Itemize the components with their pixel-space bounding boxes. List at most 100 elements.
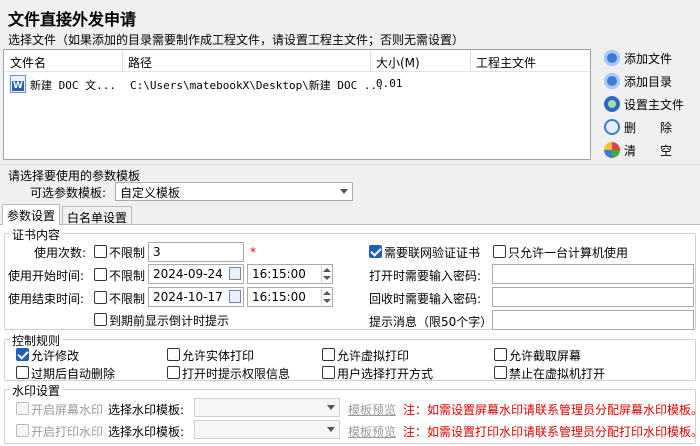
window-title: 文件直接外发申请 — [8, 10, 137, 29]
tab-whitelist[interactable]: 白名单设置 — [62, 206, 133, 225]
file-name: 新建 DOC 文... — [30, 79, 116, 92]
rule-auto-delete-checkbox[interactable] — [16, 366, 29, 379]
screen-watermark-note: 注：如需设置屏幕水印请联系管理员分配屏幕水印模板。 — [403, 403, 700, 417]
end-time-input[interactable]: 16:15:00 — [247, 287, 333, 307]
screen-template-preview-link[interactable]: 模板预览 — [348, 401, 396, 418]
add-file-button[interactable]: 添加文件 — [604, 48, 672, 68]
template-label: 可选参数模板: — [30, 186, 107, 200]
add-file-icon — [604, 50, 620, 66]
add-file-label: 添加文件 — [624, 51, 673, 66]
print-template-label: 选择水印模板: — [108, 425, 185, 439]
rule-show-permission-label: 打开时提示权限信息 — [182, 367, 291, 381]
file-list-header: 文件名 路径 大小(M) 工程主文件 — [4, 50, 590, 72]
clear-button[interactable]: 清 空 — [604, 140, 672, 160]
cert-group-title: 证书内容 — [10, 226, 63, 243]
start-time-value: 16:15:00 — [252, 267, 306, 281]
rule-allow-edit-label: 允许修改 — [31, 349, 80, 363]
end-date-picker[interactable]: 2024-10-17 — [148, 287, 244, 307]
open-password-input[interactable] — [492, 264, 694, 284]
chevron-down-icon — [327, 405, 335, 410]
template-select[interactable]: 自定义模板 — [115, 182, 353, 201]
required-mark: * — [250, 245, 256, 259]
rule-allow-virtual-print-label: 允许虚拟打印 — [337, 349, 410, 363]
screen-watermark-checkbox[interactable] — [16, 402, 29, 415]
recycle-password-input[interactable] — [492, 287, 694, 307]
add-directory-label: 添加目录 — [624, 74, 673, 89]
start-time-label: 使用开始时间: — [8, 269, 85, 283]
chevron-down-icon — [340, 189, 348, 194]
use-count-nolimit-checkbox[interactable] — [94, 245, 107, 258]
rule-allow-screenshot-label: 允许截取屏幕 — [509, 349, 582, 363]
column-size[interactable]: 大小(M) — [376, 54, 420, 71]
clear-label: 清 空 — [624, 143, 673, 158]
start-time-input[interactable]: 16:15:00 — [247, 264, 333, 284]
delete-button[interactable]: 删 除 — [604, 117, 672, 137]
set-main-file-label: 设置主文件 — [624, 97, 685, 112]
add-folder-icon — [604, 73, 620, 89]
one-pc-label: 只允许一台计算机使用 — [508, 246, 629, 260]
hint-message-label: 提示消息（限50个字）: — [369, 315, 497, 329]
countdown-label: 到期前显示倒计时提示 — [109, 314, 230, 328]
spinner-icon[interactable] — [321, 266, 331, 282]
use-count-input[interactable]: 3 — [148, 242, 244, 262]
start-nolimit-checkbox[interactable] — [94, 268, 107, 281]
file-list[interactable]: 文件名 路径 大小(M) 工程主文件 新建 DOC 文... C:\Users\… — [3, 49, 591, 160]
end-nolimit-label: 不限制 — [109, 292, 146, 306]
set-main-icon — [604, 96, 620, 112]
delete-label: 删 除 — [624, 120, 673, 135]
open-password-label: 打开时需要输入密码: — [369, 269, 482, 283]
watermark-group-title: 水印设置 — [10, 382, 63, 399]
rule-block-vm-checkbox[interactable] — [494, 366, 507, 379]
rule-user-open-mode-label: 用户选择打开方式 — [337, 367, 434, 381]
print-watermark-checkbox[interactable] — [16, 424, 29, 437]
file-row[interactable]: 新建 DOC 文... C:\Users\matebookX\Desktop\新… — [6, 74, 588, 96]
word-document-icon — [10, 75, 26, 93]
column-main-file[interactable]: 工程主文件 — [476, 54, 536, 71]
rule-allow-screenshot-checkbox[interactable] — [494, 348, 507, 361]
calendar-icon[interactable] — [229, 267, 241, 280]
rule-auto-delete-label: 过期后自动删除 — [31, 367, 116, 381]
screen-template-select[interactable] — [194, 398, 340, 417]
rule-allow-print-checkbox[interactable] — [167, 348, 180, 361]
countdown-checkbox[interactable] — [94, 313, 107, 326]
use-count-nolimit-label: 不限制 — [109, 246, 146, 260]
network-verify-checkbox[interactable] — [369, 245, 382, 258]
print-template-preview-link[interactable]: 模板预览 — [348, 423, 396, 440]
file-size: 0.01 — [376, 77, 403, 90]
end-time-value: 16:15:00 — [252, 290, 306, 304]
screen-template-label: 选择水印模板: — [108, 403, 185, 417]
chevron-down-icon — [327, 427, 335, 432]
end-time-label: 使用结束时间: — [8, 292, 85, 306]
tab-params[interactable]: 参数设置 — [2, 204, 61, 225]
start-date-picker[interactable]: 2024-09-24 — [148, 264, 244, 284]
clear-icon — [604, 142, 620, 158]
spinner-icon[interactable] — [321, 289, 331, 305]
one-pc-checkbox[interactable] — [493, 245, 506, 258]
print-watermark-label: 开启打印水印 — [31, 425, 104, 439]
rule-allow-edit-checkbox[interactable] — [16, 348, 29, 361]
start-date-value: 2024-09-24 — [153, 267, 223, 281]
set-main-file-button[interactable]: 设置主文件 — [604, 94, 684, 114]
recycle-password-label: 回收时需要输入密码: — [369, 292, 482, 306]
rule-user-open-mode-checkbox[interactable] — [322, 366, 335, 379]
rule-allow-virtual-print-checkbox[interactable] — [322, 348, 335, 361]
template-select-value: 自定义模板 — [120, 186, 181, 200]
add-directory-button[interactable]: 添加目录 — [604, 71, 672, 91]
rule-show-permission-checkbox[interactable] — [167, 366, 180, 379]
end-date-value: 2024-10-17 — [153, 290, 223, 304]
print-watermark-note: 注：如需设置打印水印请联系管理员分配打印水印模板。 — [403, 425, 700, 439]
file-path: C:\Users\matebookX\Desktop\新建 DOC ... — [130, 79, 384, 92]
print-template-select[interactable] — [194, 420, 340, 439]
use-count-label: 使用次数: — [34, 246, 87, 260]
column-path[interactable]: 路径 — [128, 54, 152, 71]
network-verify-label: 需要联网验证证书 — [384, 246, 481, 260]
divider — [0, 164, 700, 165]
screen-watermark-label: 开启屏幕水印 — [31, 403, 104, 417]
start-nolimit-label: 不限制 — [109, 269, 146, 283]
column-filename[interactable]: 文件名 — [10, 54, 46, 71]
end-nolimit-checkbox[interactable] — [94, 291, 107, 304]
rule-block-vm-label: 禁止在虚拟机打开 — [509, 367, 606, 381]
calendar-icon[interactable] — [229, 290, 241, 303]
hint-message-input[interactable] — [492, 310, 694, 330]
rule-allow-print-label: 允许实体打印 — [182, 349, 255, 363]
